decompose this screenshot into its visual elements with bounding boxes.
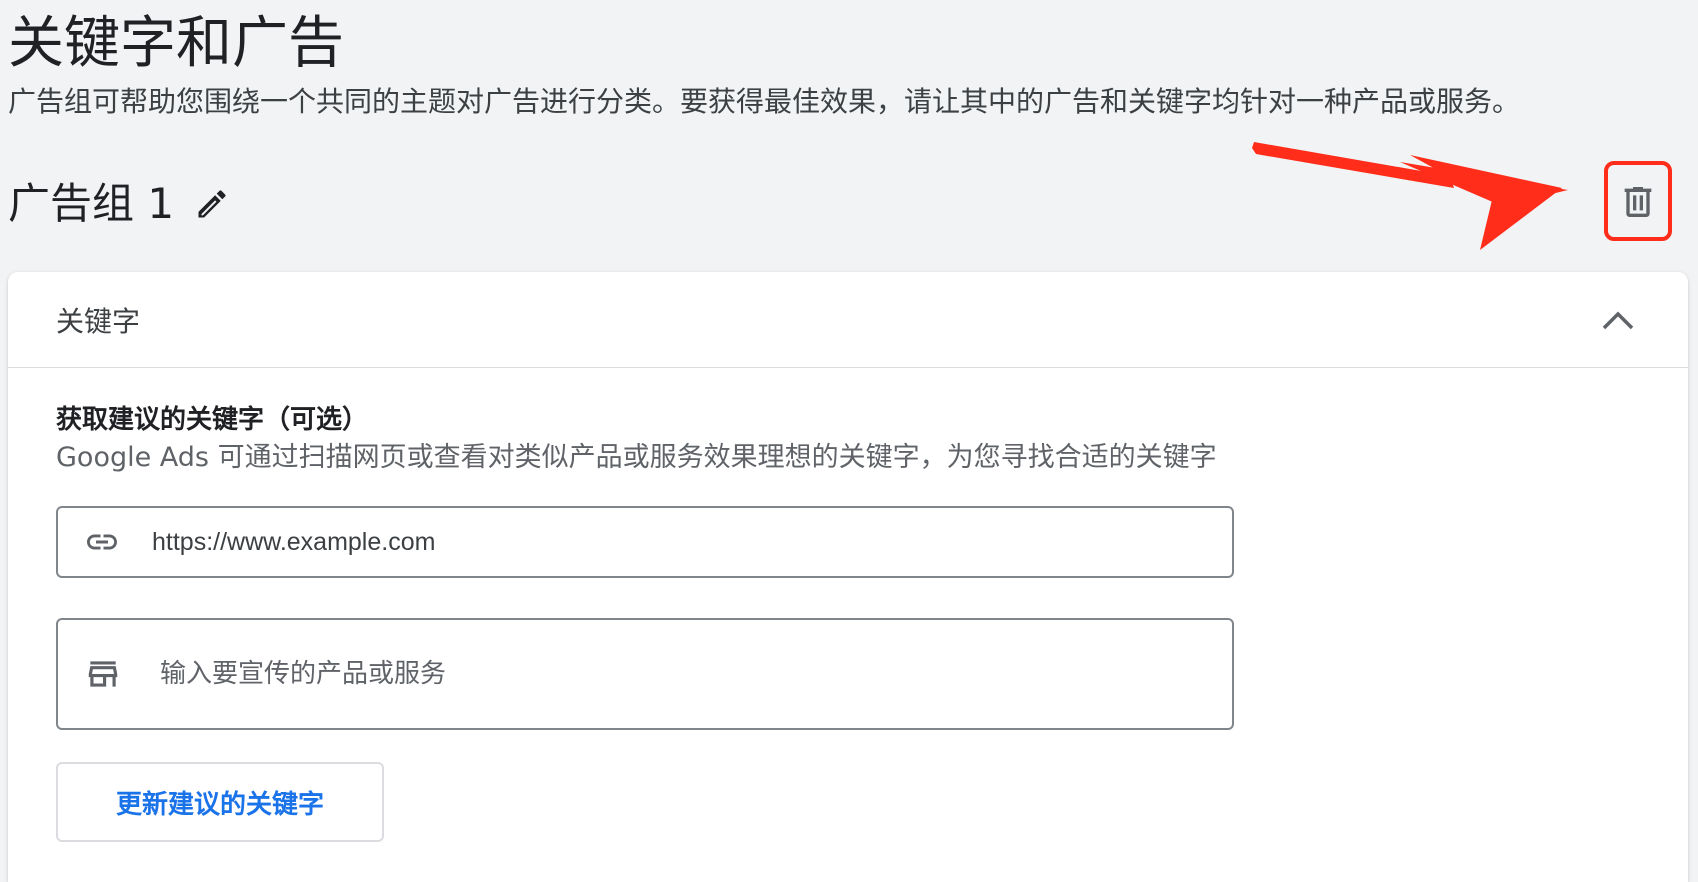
keywords-card: 关键字 获取建议的关键字（可选） Google Ads 可通过扫描网页或查看对类… [8,272,1688,882]
suggested-keywords-description: Google Ads 可通过扫描网页或查看对类似产品或服务效果理想的关键字，为您… [56,442,1217,473]
update-suggested-keywords-button[interactable]: 更新建议的关键字 [56,762,384,842]
store-icon [84,655,132,693]
url-field[interactable] [56,506,1234,578]
keywords-card-header[interactable]: 关键字 [8,272,1688,368]
link-icon [84,524,132,560]
pencil-icon[interactable] [192,184,232,224]
chevron-up-icon[interactable] [1594,296,1642,344]
url-input[interactable] [152,527,1152,557]
ad-group-name: 广告组 1 [8,179,175,228]
product-field[interactable] [56,618,1234,730]
keywords-card-title: 关键字 [56,304,141,338]
ad-group-header: 广告组 1 [8,178,232,230]
page-description: 广告组可帮助您围绕一个共同的主题对广告进行分类。要获得最佳效果，请让其中的广告和… [8,85,1521,118]
page-title: 关键字和广告 [8,11,344,76]
trash-icon[interactable] [1612,172,1664,232]
product-input[interactable] [160,659,1160,689]
suggested-keywords-title: 获取建议的关键字（可选） [56,405,369,435]
annotation-arrow [1252,142,1568,250]
